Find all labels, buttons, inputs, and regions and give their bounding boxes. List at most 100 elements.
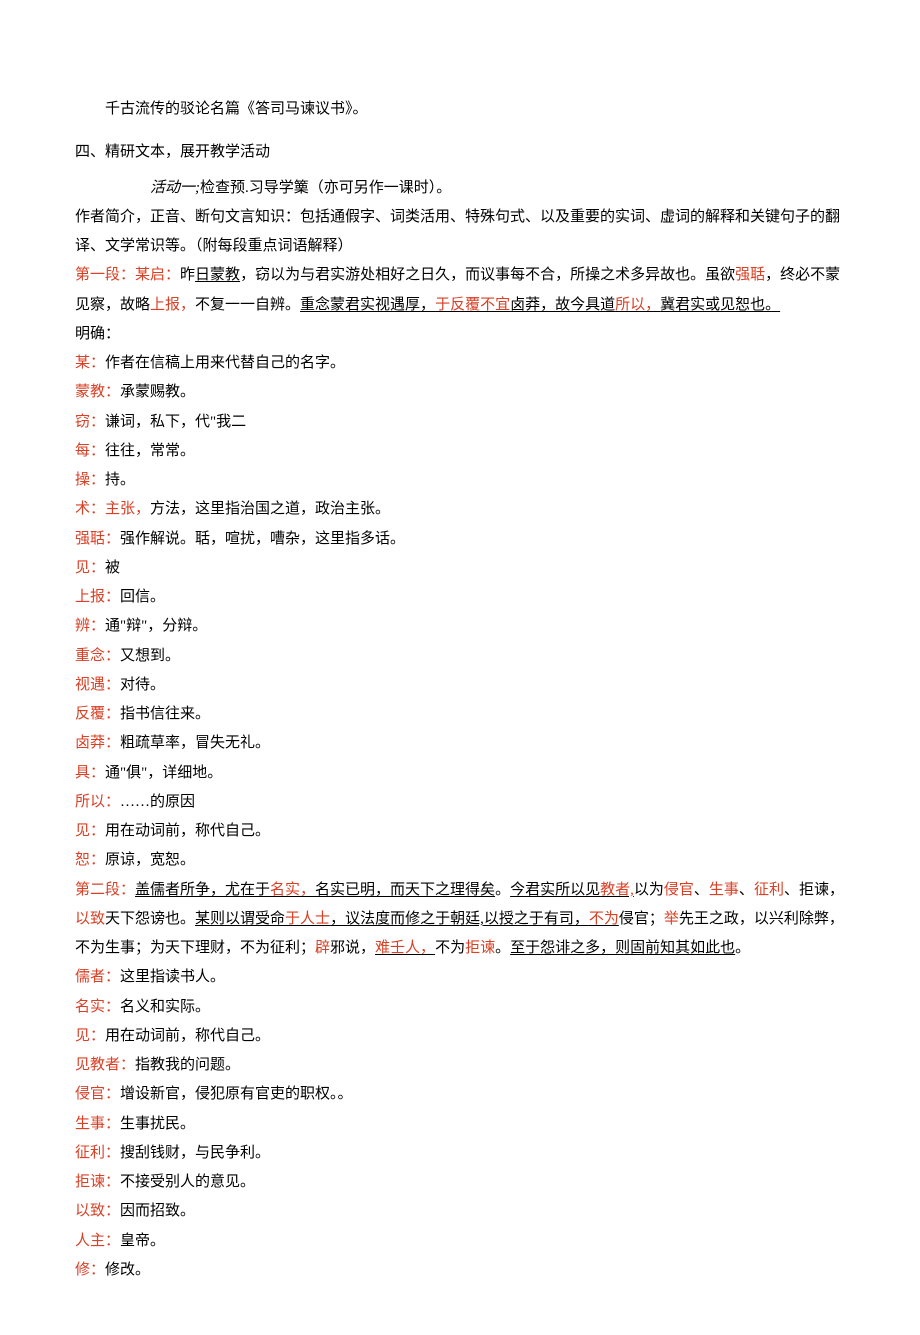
gloss-val: 又想到。 [120, 648, 180, 664]
gloss-key: 每： [75, 443, 105, 459]
gloss-mengjiao: 蒙教：承蒙赐教。 [75, 378, 845, 407]
p1-l: 所以， [615, 297, 660, 313]
p1-h: 不复一一自辨。 [195, 297, 300, 313]
gloss-val: ……的原因 [120, 794, 195, 810]
gloss-key: 操： [75, 472, 105, 488]
p2-d: 。 [495, 882, 510, 898]
gloss-shengshi: 生事：生事扰民。 [75, 1110, 845, 1139]
gloss-val: 通"俱"，详细地。 [105, 765, 222, 781]
gloss-val: 对待。 [120, 677, 165, 693]
gloss-val: 粗疏草率，冒失无礼。 [120, 735, 270, 751]
intro-line: 千古流传的驳论名篇《答司马谏议书》。 [75, 95, 845, 124]
gloss-mei: 每：往往，常常。 [75, 437, 845, 466]
gloss-jian2: 见：用在动词前，称代自己。 [75, 817, 845, 846]
gloss-val: 用在动词前，称代自己。 [105, 1028, 270, 1044]
intro-explain: 作者简介，正音、断句文言知识：包括通假字、词类活用、特殊句式、以及重要的实词、虚… [75, 203, 845, 262]
gloss-shiyu: 视遇：对待。 [75, 671, 845, 700]
gloss-qie: 窃：谦词，私下，代"我二 [75, 408, 845, 437]
p2-ad: 至于怨诽之多，则固前知其如此也 [510, 940, 735, 956]
gloss-key: 具： [75, 765, 105, 781]
gloss-suoyi: 所以：……的原因 [75, 788, 845, 817]
p2-k: 、 [739, 882, 754, 898]
gloss-key: 见： [75, 560, 105, 576]
gloss-xiu: 修：修改。 [75, 1256, 845, 1285]
gloss-key: 所以： [75, 794, 120, 810]
gloss-key: 儒者： [75, 969, 120, 985]
p2-aa: 不为 [435, 940, 465, 956]
gloss-key: 见教者： [75, 1057, 135, 1073]
p2-q: 于人士 [285, 911, 330, 927]
gloss-key: 蒙教： [75, 384, 120, 400]
gloss-shu: 术：主张，方法，这里指治国之道，政治主张。 [75, 495, 845, 524]
gloss-ju: 具：通"俱"，详细地。 [75, 759, 845, 788]
p2-r: ，议法度而修之于朝廷, [330, 911, 484, 927]
gloss-val: 增设新官，侵犯原有官吏的职权。。 [120, 1086, 353, 1102]
p2-u: 侵官； [619, 911, 664, 927]
gloss-key: 名实： [75, 999, 120, 1015]
p2-y: 邪说， [330, 940, 375, 956]
gloss-key: 侵官： [75, 1086, 120, 1102]
gloss-val: 用在动词前，称代自己。 [105, 823, 270, 839]
gloss-val: 持。 [105, 472, 135, 488]
gloss-lumang: 卤莽：粗疏草率，冒失无礼。 [75, 729, 845, 758]
p1-label: 第一段： [75, 267, 135, 283]
gloss-key: 窃： [75, 414, 105, 430]
p1-k: 卤莽，故今具道 [510, 297, 615, 313]
p1-c: 日蒙教 [195, 267, 240, 283]
p2-h: 侵官 [664, 882, 694, 898]
heading-4: 四、精研文本，展开教学活动 [75, 138, 845, 167]
gloss-fanfu: 反覆：指书信往来。 [75, 700, 845, 729]
p1-i: 重念蒙君实视遇厚， [300, 297, 435, 313]
gloss-jian3: 见：用在动词前，称代自己。 [75, 1022, 845, 1051]
gloss-key: 反覆： [75, 706, 120, 722]
p2-x: 辟 [315, 940, 330, 956]
gloss-jian: 见：被 [75, 554, 845, 583]
gloss-shu2: 恕：原谅，宽恕。 [75, 846, 845, 875]
gloss-key: 某： [75, 355, 105, 371]
p2-j: 生事 [709, 882, 739, 898]
gloss-key: 见： [75, 823, 105, 839]
gloss-val: 方法，这里指治国之道，政治主张。 [150, 501, 390, 517]
gloss-val: 搜刮钱财，与民争利。 [120, 1145, 270, 1161]
gloss-key: 辨： [75, 618, 105, 634]
gloss-mou: 某：作者在信稿上用来代替自己的名字。 [75, 349, 845, 378]
p2-ae: 。 [735, 940, 750, 956]
p2-l: 征利 [754, 882, 784, 898]
gloss-key: 重念： [75, 648, 120, 664]
p2-a: 盖儒者所争，尤在于 [135, 882, 270, 898]
p2-label: 第二段： [75, 882, 135, 898]
paragraph-1: 第一段：某启：昨日蒙教，窃以为与君实游处相好之日久，而议事每不合，所操之术多异故… [75, 261, 845, 320]
gloss-key: 强聒： [75, 531, 120, 547]
gloss-val: 强作解说。聒，喧扰，嘈杂，这里指多话。 [120, 531, 405, 547]
gloss-key: 人主： [75, 1233, 120, 1249]
gloss-val: 生事扰民。 [120, 1116, 195, 1132]
gloss-val: 回信。 [120, 589, 165, 605]
p1-a: 某启： [135, 267, 180, 283]
gloss-key: 见： [75, 1028, 105, 1044]
p2-c: 名实已明，而天下之理得矣 [315, 882, 495, 898]
p2-ab: 拒谏 [465, 940, 495, 956]
gloss-mingshi: 名实：名义和实际。 [75, 993, 845, 1022]
gloss-val: 被 [105, 560, 120, 576]
gloss-shangbao: 上报：回信。 [75, 583, 845, 612]
gloss-val: 指书信往来。 [120, 706, 210, 722]
paragraph-2: 第二段：盖儒者所争，尤在于名实，名实已明，而天下之理得矣。今君实所以见教者,以为… [75, 876, 845, 964]
gloss-key: 征利： [75, 1145, 120, 1161]
p2-n: 以致 [75, 911, 105, 927]
p2-e: 今君实所以见 [510, 882, 600, 898]
p2-p: 某则以谓受命 [195, 911, 285, 927]
p1-d: ，窃以为与君实游处相好之日久，而议事每不合，所操之术多异故也。虽欲 [240, 267, 735, 283]
p1-j: 于反覆不宜 [435, 297, 510, 313]
gloss-cao: 操：持。 [75, 466, 845, 495]
document-page: 千古流传的驳论名篇《答司马谏议书》。 四、精研文本，展开教学活动 活动一;检查预… [0, 0, 920, 1335]
activity-line: 活动一;检查预.习导学篥（亦可另作一课时）。 [75, 174, 845, 203]
activity-rest: 检查预.习导学篥（亦可另作一课时）。 [200, 180, 451, 196]
gloss-zhengli: 征利：搜刮钱财，与民争利。 [75, 1139, 845, 1168]
p2-g: 以为 [634, 882, 664, 898]
activity-label: 活动一; [150, 180, 200, 196]
gloss-key: 拒谏： [75, 1174, 120, 1190]
p2-i: 、 [694, 882, 709, 898]
gloss-val: 往往，常常。 [105, 443, 195, 459]
gloss-renzhu: 人主：皇帝。 [75, 1227, 845, 1256]
p1-b: 昨 [180, 267, 195, 283]
